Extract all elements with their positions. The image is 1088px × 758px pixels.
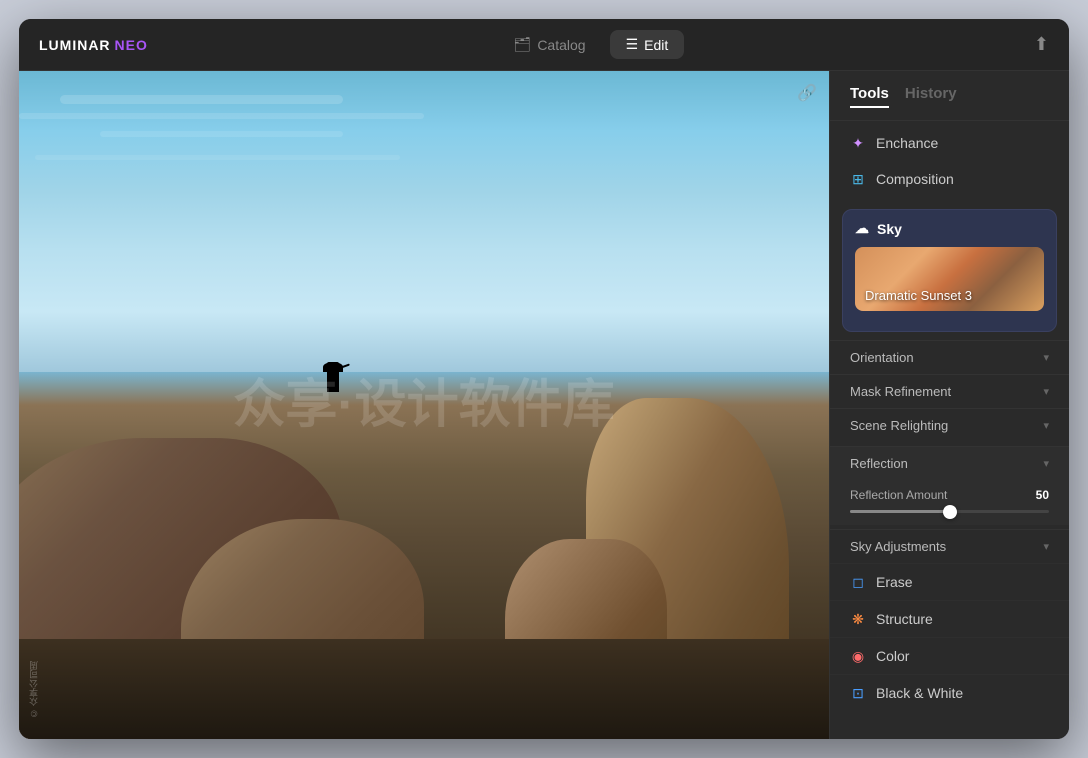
tool-item-structure[interactable]: ❋ Structure [830, 600, 1069, 637]
bw-icon: ⊡ [850, 685, 866, 701]
mask-refinement-chevron: ▾ [1043, 385, 1049, 398]
color-label: Color [876, 648, 909, 664]
share-button[interactable]: ⬆ [1034, 34, 1049, 55]
person-silhouette [327, 362, 339, 392]
catalog-tab[interactable]: 🗂 Catalog [498, 30, 602, 59]
sky-adjustments-chevron: ▾ [1043, 540, 1049, 553]
reflection-header[interactable]: Reflection ▾ [830, 446, 1069, 480]
edit-label: Edit [644, 37, 668, 53]
mask-refinement-row[interactable]: Mask Refinement ▾ [830, 374, 1069, 408]
reflection-label: Reflection [850, 456, 908, 471]
reflection-slider-thumb[interactable] [943, 505, 957, 519]
orientation-chevron: ▾ [1043, 351, 1049, 364]
sidebar-item-composition[interactable]: ⊞ Composition [830, 161, 1069, 197]
slider-label-row: Reflection Amount 50 [850, 488, 1049, 502]
nav-tabs: 🗂 Catalog ☰ Edit [498, 30, 685, 59]
mask-refinement-label: Mask Refinement [850, 384, 951, 399]
reflection-slider-fill [850, 510, 950, 513]
cloud-2 [19, 113, 424, 119]
structure-icon: ❋ [850, 611, 866, 627]
scene-relighting-row[interactable]: Scene Relighting ▾ [830, 408, 1069, 442]
canvas-image: 众享·设计软件库 © 众享公司周 [19, 71, 829, 739]
composition-icon: ⊞ [850, 171, 866, 187]
erase-icon: ◻ [850, 574, 866, 590]
orientation-row[interactable]: Orientation ▾ [830, 340, 1069, 374]
sidebar: Tools History ✦ Enchance ⊞ Composition ☁… [829, 71, 1069, 739]
cloud-3 [100, 131, 343, 137]
ground-layer [19, 639, 829, 739]
tool-item-color[interactable]: ◉ Color [830, 637, 1069, 674]
copyright-text: © 众享公司周 [27, 661, 40, 719]
titlebar: LUMINAR NEO 🗂 Catalog ☰ Edit ⬆ [19, 19, 1069, 71]
catalog-icon: 🗂 [514, 36, 532, 53]
app-window: LUMINAR NEO 🗂 Catalog ☰ Edit ⬆ [19, 19, 1069, 739]
sky-preset-thumbnail[interactable]: Dramatic Sunset 3 [855, 247, 1044, 311]
sky-icon: ☁ [855, 220, 869, 237]
sky-panel[interactable]: ☁ Sky Dramatic Sunset 3 [842, 209, 1057, 332]
tab-tools[interactable]: Tools [850, 85, 889, 108]
edit-icon: ☰ [626, 36, 639, 53]
sky-preset-label: Dramatic Sunset 3 [865, 288, 972, 303]
edit-tab[interactable]: ☰ Edit [610, 30, 685, 59]
structure-label: Structure [876, 611, 933, 627]
reflection-section: Reflection ▾ Reflection Amount 50 [830, 442, 1069, 529]
sky-adjustments-label: Sky Adjustments [850, 539, 946, 554]
bw-label: Black & White [876, 685, 963, 701]
sky-adjustments-row[interactable]: Sky Adjustments ▾ [830, 529, 1069, 563]
reflection-slider-track[interactable] [850, 510, 1049, 513]
sky-label: Sky [877, 221, 902, 237]
cloud-1 [60, 95, 344, 104]
canvas-area: 众享·设计软件库 © 众享公司周 🔗 [19, 71, 829, 739]
sky-layer [19, 71, 829, 372]
orientation-label: Orientation [850, 350, 914, 365]
reflection-chevron: ▾ [1043, 457, 1049, 470]
tool-item-erase[interactable]: ◻ Erase [830, 563, 1069, 600]
tools-section: ✦ Enchance ⊞ Composition [830, 121, 1069, 201]
composition-label: Composition [876, 171, 954, 187]
scene-relighting-chevron: ▾ [1043, 419, 1049, 432]
sidebar-tabs: Tools History [830, 71, 1069, 121]
erase-label: Erase [876, 574, 913, 590]
reflection-amount-label: Reflection Amount [850, 488, 947, 502]
scene-relighting-label: Scene Relighting [850, 418, 948, 433]
tool-item-black-white[interactable]: ⊡ Black & White [830, 674, 1069, 711]
reflection-amount-row: Reflection Amount 50 [830, 480, 1069, 525]
scene-background: 众享·设计软件库 © 众享公司周 [19, 71, 829, 739]
color-icon: ◉ [850, 648, 866, 664]
enchance-icon: ✦ [850, 135, 866, 151]
logo-neo: NEO [115, 37, 148, 53]
catalog-label: Catalog [537, 37, 585, 53]
main-content: 众享·设计软件库 © 众享公司周 🔗 Tools History ✦ Encha… [19, 71, 1069, 739]
sidebar-item-enchance[interactable]: ✦ Enchance [830, 125, 1069, 161]
sky-panel-header: ☁ Sky [855, 220, 1044, 237]
tab-history[interactable]: History [905, 85, 957, 108]
enchance-label: Enchance [876, 135, 938, 151]
logo-luminar: LUMINAR [39, 37, 111, 53]
cloud-4 [35, 155, 400, 160]
reflection-amount-value: 50 [1036, 488, 1049, 502]
app-logo: LUMINAR NEO [39, 37, 148, 53]
canvas-link-icon[interactable]: 🔗 [797, 83, 817, 103]
